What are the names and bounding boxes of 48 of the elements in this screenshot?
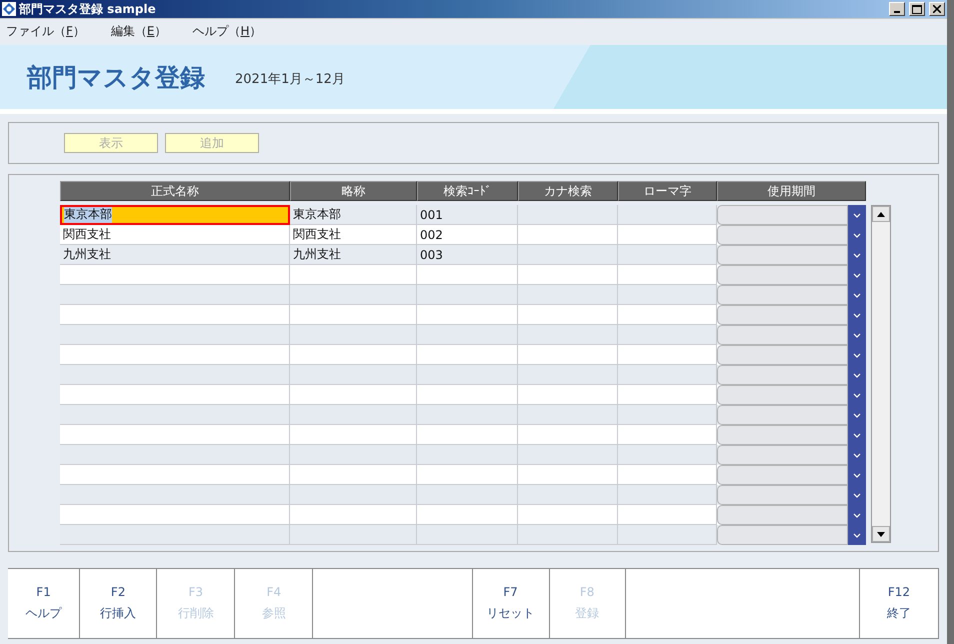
menu-item[interactable]: ファイル（F） <box>6 22 85 40</box>
window-title: 部門マスタ登録 sample <box>19 0 156 18</box>
minimize-button[interactable] <box>889 2 905 16</box>
scroll-down-button[interactable] <box>872 526 890 542</box>
column-header: 使用期間 <box>717 181 866 201</box>
period-label: 2021年1月～12月 <box>235 71 345 88</box>
close-icon <box>933 5 941 13</box>
column-header: 検索ｺｰﾄﾞ <box>417 181 518 201</box>
table-cell[interactable] <box>60 525 290 545</box>
chevron-down-icon <box>853 212 861 218</box>
chevron-down-icon <box>853 532 861 538</box>
maximize-button[interactable] <box>909 2 925 16</box>
table-cell[interactable] <box>618 525 717 545</box>
chevron-down-icon <box>853 452 861 458</box>
scrollbar[interactable] <box>871 205 891 543</box>
menu-item[interactable]: 編集（E） <box>110 22 166 40</box>
table-cell[interactable] <box>518 525 618 545</box>
close-button[interactable] <box>929 2 945 16</box>
chevron-down-icon <box>853 492 861 498</box>
triangle-up-icon <box>877 212 885 216</box>
triangle-down-icon <box>877 532 885 536</box>
column-header: ローマ字 <box>618 181 717 201</box>
chevron-down-icon <box>853 392 861 398</box>
app-icon <box>2 2 16 16</box>
chevron-down-icon <box>853 312 861 318</box>
scroll-up-button[interactable] <box>872 206 890 222</box>
table-cell[interactable]: 東京本部 <box>60 205 290 225</box>
chevron-down-icon <box>853 272 861 278</box>
chevron-down-icon <box>853 432 861 438</box>
column-header: 正式名称 <box>60 181 290 201</box>
chevron-down-icon <box>853 352 861 358</box>
dropdown-button[interactable] <box>848 205 866 225</box>
chevron-down-icon <box>853 292 861 298</box>
dropdown-button[interactable] <box>848 525 866 545</box>
chevron-down-icon <box>853 472 861 478</box>
table-cell[interactable] <box>417 525 518 545</box>
table-cell[interactable] <box>290 525 417 545</box>
chevron-down-icon <box>853 252 861 258</box>
chevron-down-icon <box>853 512 861 518</box>
chevron-down-icon <box>853 372 861 378</box>
chevron-down-icon <box>853 232 861 238</box>
column-header: 略称 <box>290 181 417 201</box>
maximize-icon <box>912 4 922 14</box>
chevron-down-icon <box>853 412 861 418</box>
chevron-down-icon <box>853 332 861 338</box>
page-title: 部門マスタ登録 <box>27 62 205 94</box>
menu-item[interactable]: ヘルプ（H） <box>192 22 262 40</box>
column-header: カナ検索 <box>518 181 618 201</box>
